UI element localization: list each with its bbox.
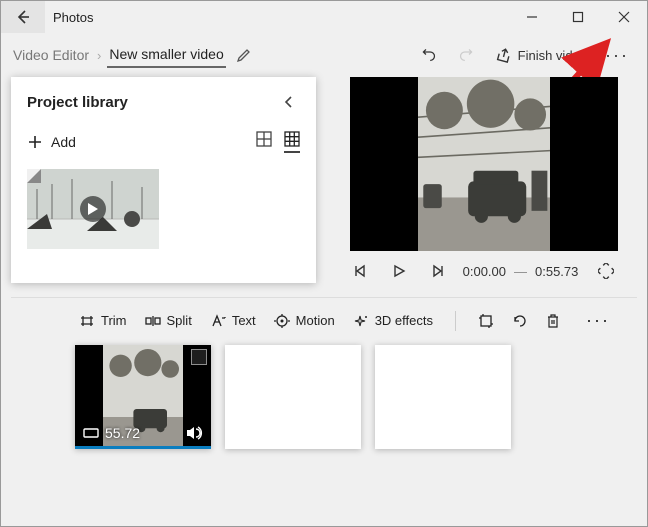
step-forward-icon [430, 264, 444, 278]
grid-small-icon [284, 131, 300, 147]
rename-button[interactable] [236, 47, 252, 63]
crop-icon [478, 314, 494, 328]
motion-icon [274, 314, 290, 328]
clip-select-box[interactable] [191, 349, 207, 365]
window-controls [509, 1, 647, 33]
time-separator: — [514, 264, 527, 279]
text-icon [210, 314, 226, 328]
maximize-button[interactable] [555, 1, 601, 33]
library-title: Project library [27, 94, 128, 111]
finish-video-button[interactable]: Finish video [486, 41, 597, 69]
split-button[interactable]: Split [145, 313, 192, 328]
add-label: Add [51, 134, 76, 150]
duration-icon [83, 427, 99, 439]
clip-progress-bar [75, 446, 211, 449]
add-media-button[interactable]: Add [27, 134, 76, 150]
fold-corner-icon [27, 169, 41, 183]
library-clip-thumbnail[interactable] [27, 169, 159, 249]
app-window: Photos Video Editor › New smaller video … [0, 0, 648, 527]
resize-button[interactable] [478, 314, 494, 328]
fullscreen-button[interactable] [594, 259, 618, 283]
undo-button[interactable] [410, 40, 448, 70]
breadcrumb-root[interactable]: Video Editor [11, 43, 91, 67]
next-frame-button[interactable] [426, 260, 448, 282]
sparkle-icon [353, 314, 369, 328]
actions-more-button[interactable]: ··· [578, 310, 618, 331]
chevron-right-icon: › [97, 48, 101, 63]
preview-frame-image [418, 77, 550, 251]
breadcrumb-project[interactable]: New smaller video [107, 42, 225, 68]
time-current: 0:00.00 [463, 264, 506, 279]
rotate-button[interactable] [512, 314, 528, 328]
clip-action-bar: Trim Split Text Motion 3D effects ··· [11, 297, 637, 333]
play-button[interactable] [388, 260, 410, 282]
pencil-icon [236, 47, 252, 63]
preview-column: 0:00.00 — 0:55.73 [330, 77, 637, 283]
storyboard-slot-empty[interactable] [375, 345, 511, 449]
toolbar-more-button[interactable]: ··· [597, 45, 637, 66]
action-separator [455, 311, 456, 331]
chevron-left-icon [282, 95, 296, 109]
video-preview[interactable] [350, 77, 618, 251]
arrow-left-icon [15, 9, 31, 25]
trim-button[interactable]: Trim [79, 313, 127, 328]
storyboard-clip-1[interactable]: 55.72 [75, 345, 211, 449]
export-icon [496, 47, 512, 63]
grid-small-button[interactable] [284, 131, 300, 153]
close-icon [618, 11, 630, 23]
close-button[interactable] [601, 1, 647, 33]
plus-icon [27, 134, 43, 150]
app-title: Photos [53, 10, 93, 25]
playback-controls: 0:00.00 — 0:55.73 [350, 259, 618, 283]
back-button[interactable] [1, 1, 45, 33]
clip-duration-badge[interactable]: 55.72 [83, 425, 140, 441]
toolbar: Video Editor › New smaller video Finish … [1, 33, 647, 77]
trash-icon [546, 314, 560, 328]
grid-large-icon [256, 131, 272, 147]
delete-button[interactable] [546, 314, 560, 328]
undo-icon [420, 46, 438, 64]
minimize-button[interactable] [509, 1, 555, 33]
split-icon [145, 314, 161, 328]
finish-video-label: Finish video [518, 48, 587, 63]
motion-button[interactable]: Motion [274, 313, 335, 328]
library-collapse-button[interactable] [278, 91, 300, 113]
text-button[interactable]: Text [210, 313, 256, 328]
play-overlay-icon [80, 196, 106, 222]
project-library-panel: Project library Add [11, 77, 316, 283]
prev-frame-button[interactable] [350, 260, 372, 282]
speaker-icon [185, 425, 203, 441]
expand-icon [598, 263, 614, 279]
minimize-icon [526, 11, 538, 23]
3d-effects-button[interactable]: 3D effects [353, 313, 433, 328]
trim-icon [79, 314, 95, 328]
grid-large-button[interactable] [256, 131, 272, 153]
time-total: 0:55.73 [535, 264, 578, 279]
clip-volume-button[interactable] [185, 425, 203, 441]
rotate-icon [512, 314, 528, 328]
storyboard: 55.72 [11, 345, 637, 449]
maximize-icon [572, 11, 584, 23]
redo-button[interactable] [448, 40, 486, 70]
play-icon [392, 264, 406, 278]
redo-icon [458, 46, 476, 64]
title-bar: Photos [1, 1, 647, 33]
step-back-icon [354, 264, 368, 278]
storyboard-slot-empty[interactable] [225, 345, 361, 449]
